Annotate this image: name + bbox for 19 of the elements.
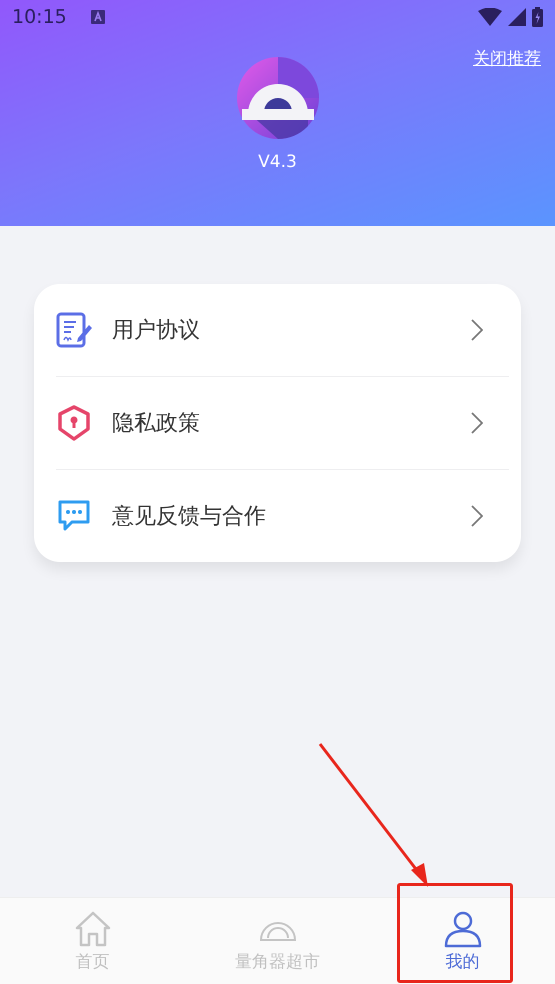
menu-item[interactable]: 意见反馈与合作 <box>56 470 509 562</box>
shield-lock-icon <box>56 405 92 441</box>
chevron-right-icon <box>471 319 483 341</box>
menu-item[interactable]: 隐私政策 <box>56 377 509 470</box>
home-icon <box>74 910 112 948</box>
chevron-right-icon <box>471 505 483 527</box>
signal-icon <box>508 8 526 26</box>
battery-icon <box>532 7 543 27</box>
version-text: V4.3 <box>258 152 297 172</box>
tab-item[interactable]: 我的 <box>370 898 555 984</box>
status-time: 10:15 <box>12 6 67 28</box>
person-icon <box>444 910 482 948</box>
close-recommendation-link[interactable]: 关闭推荐 <box>473 47 541 70</box>
menu-item[interactable]: 用户协议 <box>56 284 509 377</box>
app-notification-icon <box>90 10 105 24</box>
protractor-logo-icon <box>236 56 320 140</box>
document-pen-icon <box>56 312 92 348</box>
wifi-icon <box>478 8 502 26</box>
chevron-right-icon <box>471 412 483 434</box>
